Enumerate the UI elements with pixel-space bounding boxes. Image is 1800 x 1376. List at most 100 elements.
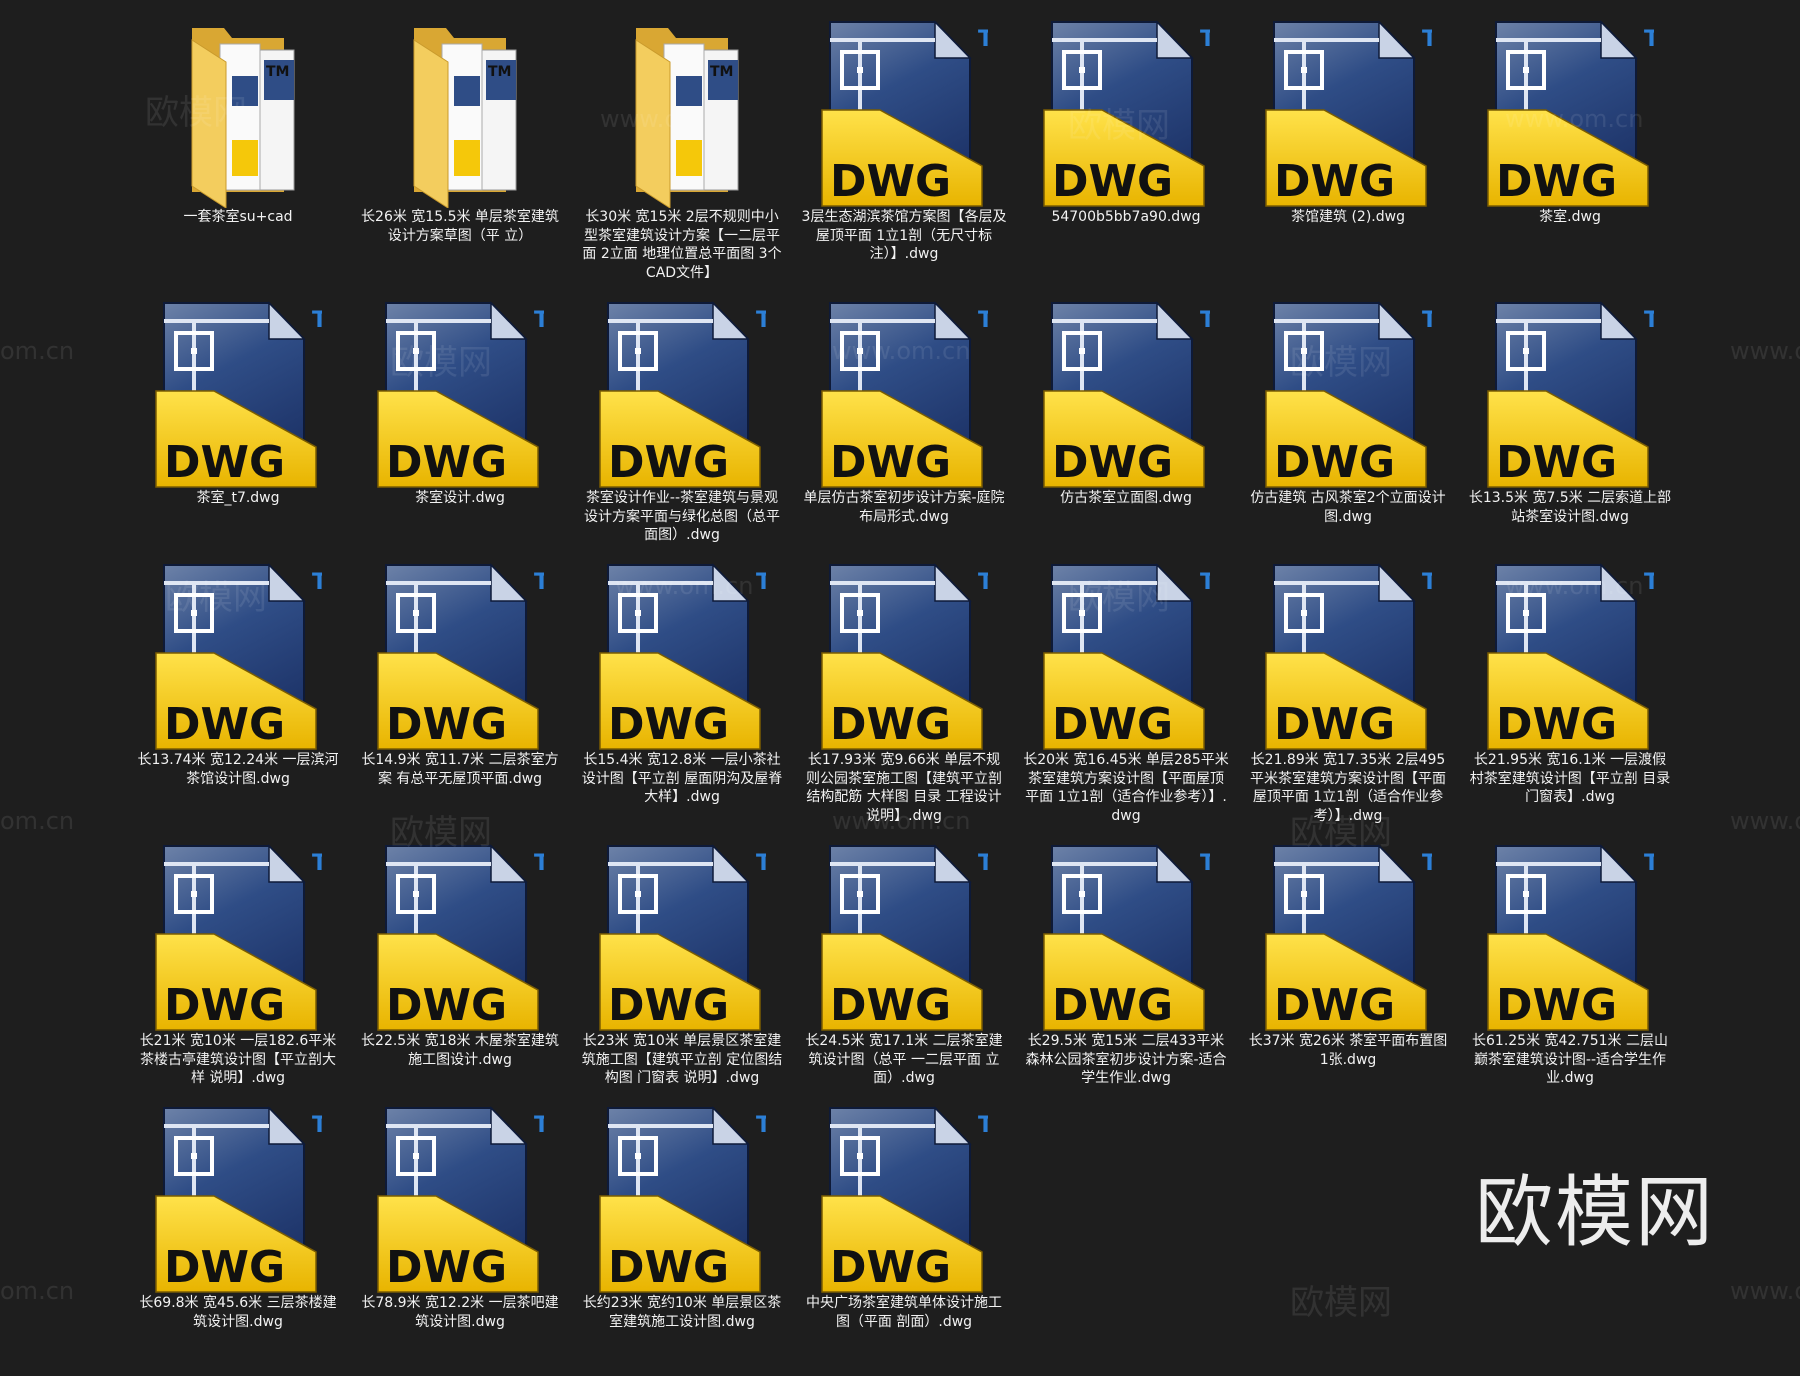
dwg-file-icon: DWG TM	[598, 301, 766, 489]
dwg-file-item[interactable]: DWG TM 长约23米 宽约10米 单层景区茶室建筑施工设计图.dwg	[579, 1106, 785, 1376]
trademark-mark: TM	[978, 851, 988, 876]
dwg-file-item[interactable]: DWG TM 长78.9米 宽12.2米 一层茶吧建筑设计图.dwg	[357, 1106, 563, 1376]
dwg-label: DWG	[830, 437, 951, 488]
trademark-mark: TM	[1200, 27, 1210, 52]
dwg-file-item[interactable]: DWG TM 单层仿古茶室初步设计方案-庭院布局形式.dwg	[801, 301, 1007, 571]
trademark-mark: TM	[1422, 308, 1432, 333]
trademark-mark: TM	[312, 851, 322, 876]
dwg-file-icon: DWG TM	[598, 844, 766, 1032]
dwg-file-icon: DWG TM	[154, 301, 322, 489]
dwg-file-item[interactable]: DWG TM 茶室.dwg	[1467, 20, 1673, 290]
dwg-file-item[interactable]: DWG TM 长21.95米 宽16.1米 一层渡假村茶室建筑设计图【平立剖 目录 …	[1467, 563, 1673, 833]
dwg-file-item[interactable]: DWG TM 长17.93米 宽9.66米 单层不规则公园茶室施工图【建筑平立剖结构…	[801, 563, 1007, 833]
dwg-file-item[interactable]: DWG TM 3层生态湖滨茶馆方案图【各层及屋顶平面 1立1剖（无尺寸标注）】.dw…	[801, 20, 1007, 290]
dwg-file-item[interactable]: DWG TM 仿古建筑 古风茶室2个立面设计图.dwg	[1245, 301, 1451, 571]
dwg-file-icon: DWG TM	[820, 1106, 988, 1294]
dwg-file-icon: DWG TM	[820, 20, 988, 208]
file-name: 长15.4米 宽12.8米 一层小茶社设计图【平立剖 屋面阴沟及屋脊大样】.dw…	[581, 752, 783, 805]
trademark-mark: TM	[312, 308, 322, 333]
file-name: 中央广场茶室建筑单体设计施工图（平面 剖面）.dwg	[806, 1295, 1002, 1330]
dwg-file-icon: DWG TM	[1264, 20, 1432, 208]
dwg-file-item[interactable]: DWG TM 长13.5米 宽7.5米 二层索道上部站茶室设计图.dwg	[1467, 301, 1673, 571]
dwg-file-item[interactable]: DWG TM 长69.8米 宽45.6米 三层茶楼建筑设计图.dwg	[135, 1106, 341, 1376]
dwg-file-icon: DWG TM	[820, 301, 988, 489]
trademark-mark: TM	[534, 570, 544, 595]
dwg-label: DWG	[608, 1242, 729, 1293]
dwg-label: DWG	[164, 980, 285, 1031]
file-name: 长21米 宽10米 一层182.6平米茶楼古亭建筑设计图【平立剖大样 说明】.d…	[139, 1033, 337, 1086]
dwg-label: DWG	[1496, 699, 1617, 750]
dwg-file-item[interactable]: DWG TM 长61.25米 宽42.751米 二层山巅茶室建筑设计图--适合学生作…	[1467, 844, 1673, 1114]
trademark-mark: TM	[312, 1113, 322, 1138]
dwg-label: DWG	[1274, 980, 1395, 1031]
dwg-file-item[interactable]: DWG TM 茶室设计作业--茶室建筑与景观设计方案平面与绿化总图（总平面图）.dw…	[579, 301, 785, 571]
file-name: 茶室设计.dwg	[415, 490, 505, 506]
trademark-mark: TM	[756, 308, 766, 333]
folder-item[interactable]: TM 长26米 宽15.5米 单层茶室建筑设计方案草图（平 立）	[357, 20, 563, 290]
trademark-mark: TM	[534, 1113, 544, 1138]
dwg-file-icon: DWG TM	[1486, 20, 1654, 208]
dwg-file-icon: DWG TM	[154, 563, 322, 751]
dwg-label: DWG	[830, 1242, 951, 1293]
file-name: 长78.9米 宽12.2米 一层茶吧建筑设计图.dwg	[361, 1295, 559, 1330]
dwg-file-item[interactable]: DWG TM 长21米 宽10米 一层182.6平米茶楼古亭建筑设计图【平立剖大样 …	[135, 844, 341, 1114]
dwg-file-item[interactable]: DWG TM 长13.74米 宽12.24米 一层滨河茶馆设计图.dwg	[135, 563, 341, 833]
folder-item[interactable]: TM 一套茶室su+cad	[135, 20, 341, 290]
dwg-label: DWG	[1052, 699, 1173, 750]
trademark-mark: TM	[978, 308, 988, 333]
dwg-file-icon: DWG TM	[376, 844, 544, 1032]
trademark-mark: TM	[1644, 27, 1654, 52]
dwg-file-item[interactable]: DWG TM 仿古茶室立面图.dwg	[1023, 301, 1229, 571]
file-name: 长13.74米 宽12.24米 一层滨河茶馆设计图.dwg	[137, 752, 339, 787]
dwg-file-item[interactable]: DWG TM 长15.4米 宽12.8米 一层小茶社设计图【平立剖 屋面阴沟及屋脊大…	[579, 563, 785, 833]
dwg-file-item[interactable]: DWG TM 长23米 宽10米 单层景区茶室建筑施工图【建筑平立剖 定位图结构图 …	[579, 844, 785, 1114]
dwg-label: DWG	[1274, 699, 1395, 750]
file-name: 长37米 宽26米 茶室平面布置图1张.dwg	[1248, 1033, 1448, 1068]
dwg-label: DWG	[164, 437, 285, 488]
trademark-mark: TM	[1644, 570, 1654, 595]
trademark-mark: TM	[488, 64, 511, 80]
dwg-label: DWG	[1052, 437, 1173, 488]
dwg-label: DWG	[164, 1242, 285, 1293]
brand-watermark: 欧模网	[1475, 1168, 1716, 1258]
file-name: 长20米 宽16.45米 单层285平米茶室建筑方案设计图【平面屋顶平面 1立1…	[1023, 752, 1229, 824]
file-name: 一套茶室su+cad	[183, 209, 293, 225]
dwg-file-icon: DWG TM	[1042, 844, 1210, 1032]
dwg-file-icon: DWG TM	[1486, 844, 1654, 1032]
dwg-file-item[interactable]: DWG TM 长37米 宽26米 茶室平面布置图1张.dwg	[1245, 844, 1451, 1114]
trademark-mark: TM	[1422, 27, 1432, 52]
dwg-file-item[interactable]: DWG TM 茶馆建筑 (2).dwg	[1245, 20, 1451, 290]
dwg-file-icon: DWG TM	[820, 563, 988, 751]
dwg-file-item[interactable]: DWG TM 茶室设计.dwg	[357, 301, 563, 571]
file-name: 茶馆建筑 (2).dwg	[1291, 209, 1405, 225]
dwg-file-item[interactable]: DWG TM 长14.9米 宽11.7米 二层茶室方案 有总平无屋顶平面.dwg	[357, 563, 563, 833]
dwg-label: DWG	[1496, 437, 1617, 488]
folder-icon: TM	[598, 20, 766, 208]
folder-item[interactable]: TM 长30米 宽15米 2层不规则中小型茶室建筑设计方案【一二层平面 2立面 地…	[579, 20, 785, 290]
dwg-file-item[interactable]: DWG TM 54700b5bb7a90.dwg	[1023, 20, 1229, 290]
file-grid: TM 一套茶室su+cad TM 长26米 宽15.5米 单层茶室建筑设计方案草图（平…	[0, 0, 1800, 1347]
dwg-file-item[interactable]: DWG TM 长22.5米 宽18米 木屋茶室建筑施工图设计.dwg	[357, 844, 563, 1114]
dwg-file-item[interactable]: DWG TM 长20米 宽16.45米 单层285平米茶室建筑方案设计图【平面屋顶平…	[1023, 563, 1229, 833]
dwg-file-icon: DWG TM	[1264, 844, 1432, 1032]
file-name: 长30米 宽15米 2层不规则中小型茶室建筑设计方案【一二层平面 2立面 地理位…	[582, 209, 782, 281]
dwg-file-item[interactable]: DWG TM 长24.5米 宽17.1米 二层茶室建筑设计图（总平 一二层平面 立面…	[801, 844, 1007, 1114]
dwg-label: DWG	[1052, 156, 1173, 207]
dwg-file-icon: DWG TM	[376, 301, 544, 489]
dwg-file-item[interactable]: DWG TM 长21.89米 宽17.35米 2层495平米茶室建筑方案设计图【平面…	[1245, 563, 1451, 833]
dwg-label: DWG	[386, 699, 507, 750]
dwg-file-item[interactable]: DWG TM 中央广场茶室建筑单体设计施工图（平面 剖面）.dwg	[801, 1106, 1007, 1376]
file-name: 54700b5bb7a90.dwg	[1051, 209, 1201, 225]
trademark-mark: TM	[1422, 570, 1432, 595]
file-name: 长21.89米 宽17.35米 2层495平米茶室建筑方案设计图【平面屋顶平面 …	[1250, 752, 1446, 824]
trademark-mark: TM	[756, 851, 766, 876]
dwg-label: DWG	[1052, 980, 1173, 1031]
dwg-file-icon: DWG TM	[376, 1106, 544, 1294]
trademark-mark: TM	[978, 570, 988, 595]
file-name: 长61.25米 宽42.751米 二层山巅茶室建筑设计图--适合学生作业.dwg	[1472, 1033, 1668, 1086]
trademark-mark: TM	[312, 570, 322, 595]
dwg-file-item[interactable]: DWG TM 长29.5米 宽15米 二层433平米森林公园茶室初步设计方案-适合学…	[1023, 844, 1229, 1114]
dwg-file-item[interactable]: DWG TM 茶室_t7.dwg	[135, 301, 341, 571]
dwg-label: DWG	[1274, 437, 1395, 488]
trademark-mark: TM	[756, 570, 766, 595]
